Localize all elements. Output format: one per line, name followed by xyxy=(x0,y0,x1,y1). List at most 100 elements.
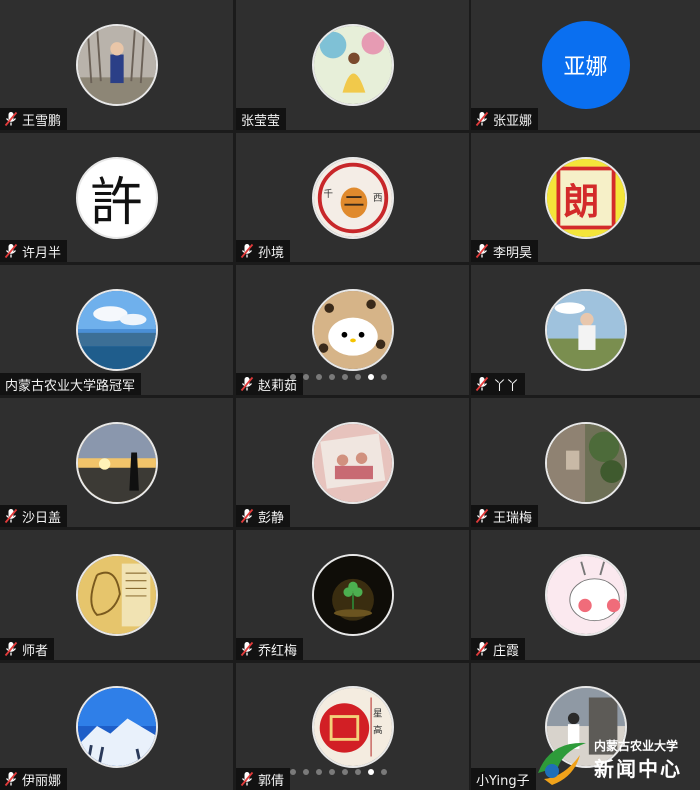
news-center-watermark: 内蒙古农业大学 新闻中心 xyxy=(530,733,700,790)
university-logo-icon xyxy=(538,742,586,785)
mic-muted-icon xyxy=(4,771,18,787)
participant-name: 王瑞梅 xyxy=(493,510,533,526)
participant-name: 内蒙古农业大学路冠军 xyxy=(5,378,136,394)
participant-tile[interactable]: 許许月半 xyxy=(0,133,233,262)
watermark-line1: 内蒙古农业大学 xyxy=(594,739,679,753)
participant-avatar xyxy=(75,554,158,636)
page-dot[interactable] xyxy=(355,769,361,775)
page-dot[interactable] xyxy=(342,374,348,380)
participant-avatar xyxy=(75,421,158,504)
mic-muted-icon xyxy=(4,641,18,657)
page-dot[interactable] xyxy=(290,769,296,775)
page-dot[interactable] xyxy=(368,374,374,380)
participant-name: 张莹莹 xyxy=(241,113,281,129)
pagination-dots-bottom[interactable] xyxy=(290,769,387,775)
page-dot[interactable] xyxy=(303,769,309,775)
participant-tile[interactable]: 朗李明昊 xyxy=(471,133,700,262)
page-dot[interactable] xyxy=(329,374,335,380)
svg-text:高: 高 xyxy=(372,724,382,736)
participant-avatar: 千西 xyxy=(311,156,394,239)
mic-muted-icon xyxy=(4,508,18,524)
page-dot[interactable] xyxy=(316,374,322,380)
participant-avatar xyxy=(75,289,158,371)
participant-name-label: 丫丫 xyxy=(471,373,526,395)
participant-name: 郭倩 xyxy=(258,773,285,789)
participant-tile[interactable]: 内蒙古农业大学路冠军 xyxy=(0,265,233,395)
participant-avatar xyxy=(544,554,627,636)
avatar-calligraphy: 許 xyxy=(90,173,143,233)
participant-name-label: 郭倩 xyxy=(236,768,291,790)
page-dot[interactable] xyxy=(368,769,374,775)
participant-name-label: 乔红梅 xyxy=(236,638,304,660)
participant-tile[interactable]: 庄霞 xyxy=(471,530,700,660)
page-dot[interactable] xyxy=(342,769,348,775)
participant-tile[interactable]: 沙日盖 xyxy=(0,398,233,527)
video-grid: 王雪鹏 张莹莹 亚娜 张亚娜許许月半千西孙境朗李明昊 内蒙古农业大学路冠军 赵莉茹 丫丫 沙日… xyxy=(0,0,700,790)
page-dot[interactable] xyxy=(316,769,322,775)
participant-tile[interactable]: 师者 xyxy=(0,530,233,660)
participant-name: 小Ying子 xyxy=(476,773,530,789)
participant-name: 师者 xyxy=(22,643,49,659)
participant-avatar xyxy=(75,24,158,106)
participant-tile[interactable]: 彭静 xyxy=(236,398,469,527)
mic-muted-icon xyxy=(475,641,489,657)
participant-name: 沙日盖 xyxy=(22,510,62,526)
participant-name: 王雪鹏 xyxy=(22,113,62,129)
participant-name-label: 沙日盖 xyxy=(0,505,68,527)
page-dot[interactable] xyxy=(381,374,387,380)
participant-name-label: 王瑞梅 xyxy=(471,505,539,527)
participant-avatar xyxy=(544,289,627,371)
page-dot[interactable] xyxy=(303,374,309,380)
participant-name-label: 孙境 xyxy=(236,240,291,262)
participant-name-label: 王雪鹏 xyxy=(0,108,68,130)
participant-tile[interactable]: 乔红梅 xyxy=(236,530,469,660)
participant-avatar: 亚娜 xyxy=(541,21,630,109)
participant-name-label: 许月半 xyxy=(0,240,68,262)
participant-name-label: 彭静 xyxy=(236,505,291,527)
pagination-dots-middle[interactable] xyxy=(290,374,387,380)
participant-name: 孙境 xyxy=(258,245,285,261)
participant-avatar: 許 xyxy=(75,156,158,239)
mic-muted-icon xyxy=(240,508,254,524)
mic-muted-icon xyxy=(475,376,489,392)
participant-name-label: 小Ying子 xyxy=(471,768,536,790)
participant-avatar xyxy=(311,24,394,106)
participant-tile[interactable]: 丫丫 xyxy=(471,265,700,395)
participant-name: 彭静 xyxy=(258,510,285,526)
svg-text:西: 西 xyxy=(372,192,382,203)
participant-name: 李明昊 xyxy=(493,245,533,261)
mic-muted-icon xyxy=(475,243,489,259)
watermark-line2: 新闻中心 xyxy=(594,757,682,781)
participant-name: 许月半 xyxy=(22,245,62,261)
participant-name: 庄霞 xyxy=(493,643,520,659)
participant-tile[interactable]: 千西孙境 xyxy=(236,133,469,262)
page-dot[interactable] xyxy=(355,374,361,380)
participant-tile[interactable]: 亚娜张亚娜 xyxy=(471,0,700,130)
participant-avatar xyxy=(311,554,394,636)
participant-avatar xyxy=(75,685,158,768)
participant-avatar: 朗 xyxy=(544,156,627,239)
participant-name-label: 庄霞 xyxy=(471,638,526,660)
page-dot[interactable] xyxy=(290,374,296,380)
participant-name-label: 师者 xyxy=(0,638,55,660)
mic-muted-icon xyxy=(240,376,254,392)
participant-name: 乔红梅 xyxy=(258,643,298,659)
participant-name-label: 张莹莹 xyxy=(236,108,287,130)
mic-muted-icon xyxy=(240,243,254,259)
participant-tile[interactable]: 王雪鹏 xyxy=(0,0,233,130)
participant-name-label: 张亚娜 xyxy=(471,108,539,130)
participant-tile[interactable]: 张莹莹 xyxy=(236,0,469,130)
page-dot[interactable] xyxy=(381,769,387,775)
mic-muted-icon xyxy=(240,771,254,787)
svg-text:千: 千 xyxy=(323,189,333,200)
mic-muted-icon xyxy=(4,243,18,259)
participant-name: 伊丽娜 xyxy=(22,773,62,789)
participant-avatar xyxy=(311,421,394,504)
mic-muted-icon xyxy=(475,508,489,524)
avatar-initials: 亚娜 xyxy=(563,55,608,80)
mic-muted-icon xyxy=(240,641,254,657)
participant-tile[interactable]: 伊丽娜 xyxy=(0,663,233,790)
page-dot[interactable] xyxy=(329,769,335,775)
mic-muted-icon xyxy=(475,111,489,127)
participant-tile[interactable]: 王瑞梅 xyxy=(471,398,700,527)
